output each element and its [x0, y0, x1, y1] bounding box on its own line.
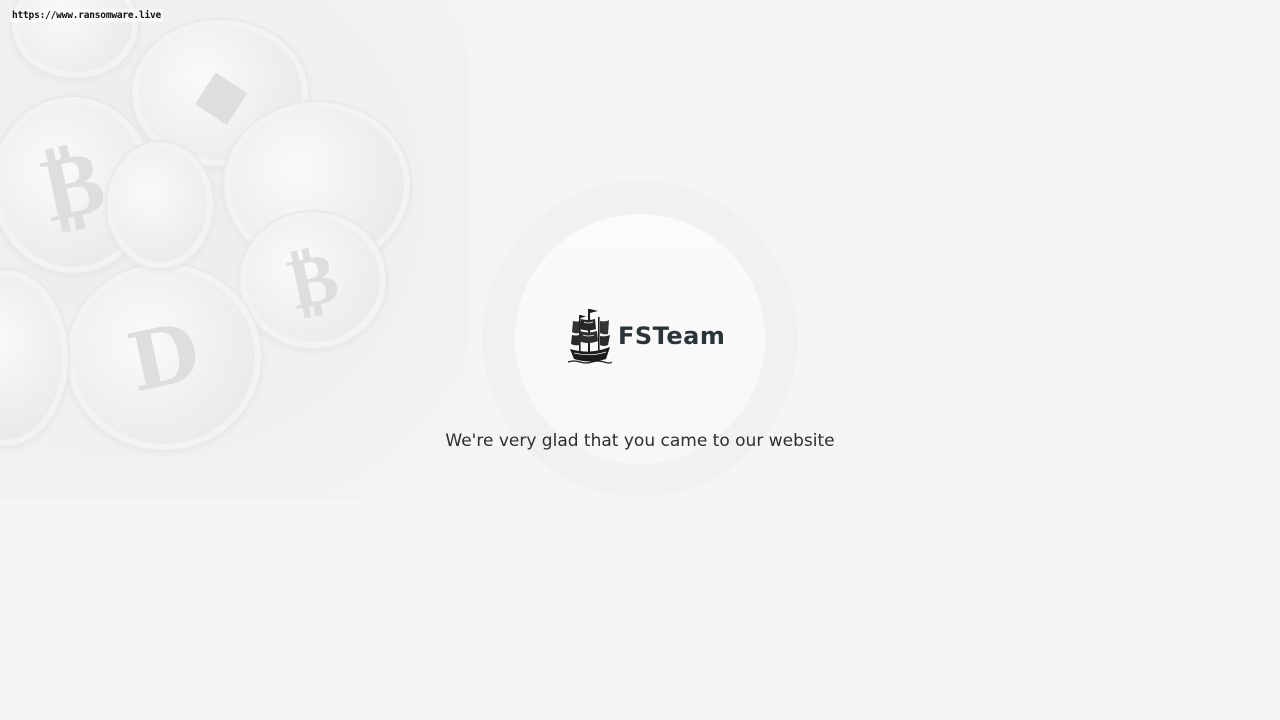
landing-page: ₿ ◆ ₿ D https://www.ransomware.live FSTe… [0, 0, 1280, 720]
coin-icon [0, 268, 70, 448]
coins-background: ₿ ◆ ₿ D [0, 0, 470, 500]
brand-logo: FSTeam [568, 306, 725, 366]
source-url-label: https://www.ransomware.live [10, 9, 164, 22]
dash-coin-icon: D [65, 262, 263, 452]
bitcoin-coin-icon: ₿ [238, 210, 388, 350]
brand-name: FSTeam [618, 322, 726, 350]
coin-icon [105, 140, 215, 270]
pirate-ship-icon [568, 309, 612, 364]
welcome-tagline: We're very glad that you came to our web… [445, 431, 835, 451]
